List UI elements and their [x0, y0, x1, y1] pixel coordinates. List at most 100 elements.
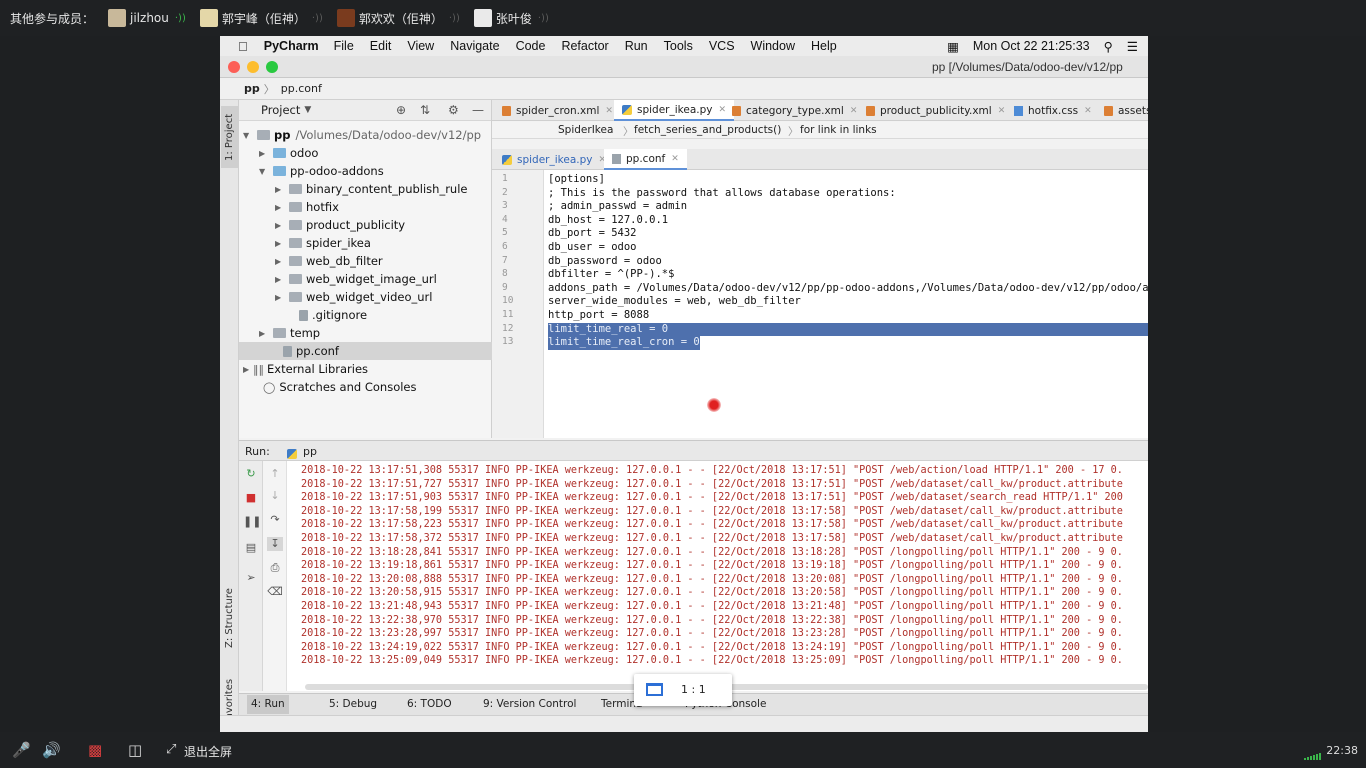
tab-category-type[interactable]: category_type.xml ✕ — [732, 100, 857, 121]
tree-item-web-widget-video-url[interactable]: ▶ web_widget_video_url — [239, 288, 492, 306]
expand-icon[interactable]: ▶ — [259, 149, 269, 158]
close-icon[interactable]: ✕ — [998, 106, 1006, 116]
soft-wrap-icon[interactable]: ↷ — [267, 513, 283, 527]
crumb-method[interactable]: fetch_series_and_products() — [634, 124, 781, 136]
close-icon[interactable]: ✕ — [850, 106, 858, 116]
tool-todo[interactable]: 6: TODO — [407, 698, 452, 710]
tool-tab-project[interactable]: 1: Project — [221, 106, 238, 168]
tool-version-control[interactable]: 9: Version Control — [483, 698, 576, 710]
tree-item-odoo[interactable]: ▶ odoo — [239, 144, 492, 162]
code-line[interactable]: db_host = 127.0.0.1 — [548, 214, 668, 228]
up-arrow-icon[interactable]: ↑ — [267, 467, 283, 481]
code-line[interactable]: ; This is the password that allows datab… — [548, 187, 896, 201]
tree-item-pp-conf[interactable]: pp.conf — [239, 342, 492, 360]
nav-file[interactable]: pp.conf — [281, 82, 322, 95]
chevron-down-icon[interactable]: ▼ — [304, 105, 311, 115]
tree-item-gitignore[interactable]: .gitignore — [239, 306, 492, 324]
expand-icon[interactable]: ▼ — [243, 131, 253, 140]
menu-view[interactable]: View — [407, 39, 434, 53]
run-config-tab[interactable]: pp — [303, 445, 317, 458]
tree-item-web-db-filter[interactable]: ▶ web_db_filter — [239, 252, 492, 270]
share-screen-icon[interactable]: ◫ — [128, 741, 142, 759]
gear-icon[interactable]: ⚙ — [448, 103, 459, 117]
tree-item-external-libraries[interactable]: ▶ ‖‖ External Libraries — [239, 360, 492, 378]
tool-tab-structure[interactable]: Z: Structure — [221, 580, 238, 656]
camera-off-icon[interactable]: ▩ — [88, 741, 102, 759]
tab-spider-cron[interactable]: spider_cron.xml ✕ — [502, 100, 613, 121]
exit-fullscreen-icon[interactable]: ⤢ — [166, 742, 176, 757]
member-guohuanhuan[interactable]: 郭欢欢（佢神） ·)) — [336, 9, 460, 27]
zoom-popup[interactable]: 1 : 1 — [634, 674, 732, 706]
tool-debug[interactable]: 5: Debug — [329, 698, 377, 710]
tool-run[interactable]: 4: Run — [247, 695, 289, 714]
expand-icon[interactable]: ▶ — [243, 365, 253, 374]
expand-icon[interactable]: ▼ — [259, 167, 269, 176]
tab-spider-ikea[interactable]: spider_ikea.py ✕ — [614, 100, 735, 121]
code-line[interactable]: limit_time_real_cron = 0 — [548, 336, 700, 350]
tree-item-temp[interactable]: ▶ temp — [239, 324, 492, 342]
tree-item-web-widget-image-url[interactable]: ▶ web_widget_image_url — [239, 270, 492, 288]
expand-icon[interactable]: ▶ — [275, 293, 285, 302]
menu-navigate[interactable]: Navigate — [450, 39, 499, 53]
code-line[interactable]: dbfilter = ^(PP-).*$ — [548, 268, 674, 282]
expand-icon[interactable]: ▶ — [275, 203, 285, 212]
nav-root[interactable]: pp — [244, 82, 260, 95]
close-icon[interactable]: ✕ — [671, 154, 679, 164]
code-line[interactable]: http_port = 8088 — [548, 309, 649, 323]
zoom-window-button[interactable] — [266, 61, 278, 73]
menu-refactor[interactable]: Refactor — [561, 39, 608, 53]
microphone-icon[interactable]: 🎤 — [12, 741, 31, 759]
collapse-icon[interactable]: ⇅ — [420, 103, 430, 117]
project-view-selector[interactable]: Project — [261, 103, 300, 117]
tab-assets[interactable]: assets — [1104, 100, 1148, 121]
member-zhangyejun[interactable]: 张叶俊 ·)) — [473, 9, 549, 27]
menu-file[interactable]: File — [334, 39, 354, 53]
code-line[interactable]: [options] — [548, 173, 605, 187]
expand-icon[interactable]: ▶ — [275, 185, 285, 194]
tree-item-hotfix[interactable]: ▶ hotfix — [239, 198, 492, 216]
code-line[interactable]: db_port = 5432 — [548, 227, 637, 241]
close-icon[interactable]: ✕ — [718, 105, 726, 115]
tab-spider-ikea-py[interactable]: spider_ikea.py ✕ — [502, 149, 606, 170]
exit-fullscreen-button[interactable]: 退出全屏 — [184, 743, 232, 760]
code-line[interactable]: ; admin_passwd = admin — [548, 200, 687, 214]
menu-edit[interactable]: Edit — [370, 39, 392, 53]
menu-run[interactable]: Run — [625, 39, 648, 53]
member-guoyufeng[interactable]: 郭宇峰（佢神） ·)) — [199, 9, 323, 27]
code-line[interactable]: db_user = odoo — [548, 241, 637, 255]
menu-help[interactable]: Help — [811, 39, 837, 53]
layout-icon[interactable]: ▤ — [243, 541, 259, 555]
tree-root[interactable]: ▼ pp /Volumes/Data/odoo-dev/v12/pp — [239, 126, 492, 144]
app-menu[interactable]: PyCharm — [264, 39, 319, 53]
expand-icon[interactable]: ▶ — [275, 239, 285, 248]
apple-icon[interactable]:  — [238, 39, 248, 54]
member-jilzhou[interactable]: jilzhou ·)) — [108, 9, 186, 27]
tab-pp-conf[interactable]: pp.conf ✕ — [604, 149, 687, 170]
search-icon[interactable]: ⚲ — [1104, 39, 1113, 54]
rerun-icon[interactable]: ↻ — [243, 467, 259, 481]
down-arrow-icon[interactable]: ↓ — [267, 489, 283, 503]
close-window-button[interactable] — [228, 61, 240, 73]
close-icon[interactable]: ✕ — [1084, 106, 1092, 116]
menu-window[interactable]: Window — [751, 39, 795, 53]
menu-vcs[interactable]: VCS — [709, 39, 735, 53]
code-line[interactable]: limit_time_real = 0 — [548, 322, 1148, 337]
tree-item-binary-content[interactable]: ▶ binary_content_publish_rule — [239, 180, 492, 198]
hide-icon[interactable]: — — [472, 103, 484, 117]
code-editor[interactable]: [options]; This is the password that all… — [544, 170, 1148, 438]
tree-item-product-publicity[interactable]: ▶ product_publicity — [239, 216, 492, 234]
code-line[interactable]: server_wide_modules = web, web_db_filter — [548, 295, 801, 309]
expand-icon[interactable]: ▶ — [275, 221, 285, 230]
run-console-output[interactable]: 2018-10-22 13:17:51,308 55317 INFO PP-IK… — [287, 461, 1148, 691]
pin-icon[interactable]: ➢ — [243, 571, 259, 585]
scroll-to-end-icon[interactable]: ↧ — [267, 537, 283, 551]
expand-icon[interactable]: ▶ — [275, 275, 285, 284]
tab-hotfix-css[interactable]: hotfix.css ✕ — [1014, 100, 1092, 121]
menubar-clock[interactable]: Mon Oct 22 21:25:33 — [973, 39, 1090, 53]
tree-item-spider-ikea[interactable]: ▶ spider_ikea — [239, 234, 492, 252]
speaker-icon[interactable]: 🔊 — [42, 741, 61, 759]
keyboard-icon[interactable]: ▦ — [947, 39, 959, 54]
expand-icon[interactable]: ▶ — [275, 257, 285, 266]
locate-icon[interactable]: ⊕ — [396, 103, 406, 117]
stop-icon[interactable]: ■ — [243, 491, 259, 505]
